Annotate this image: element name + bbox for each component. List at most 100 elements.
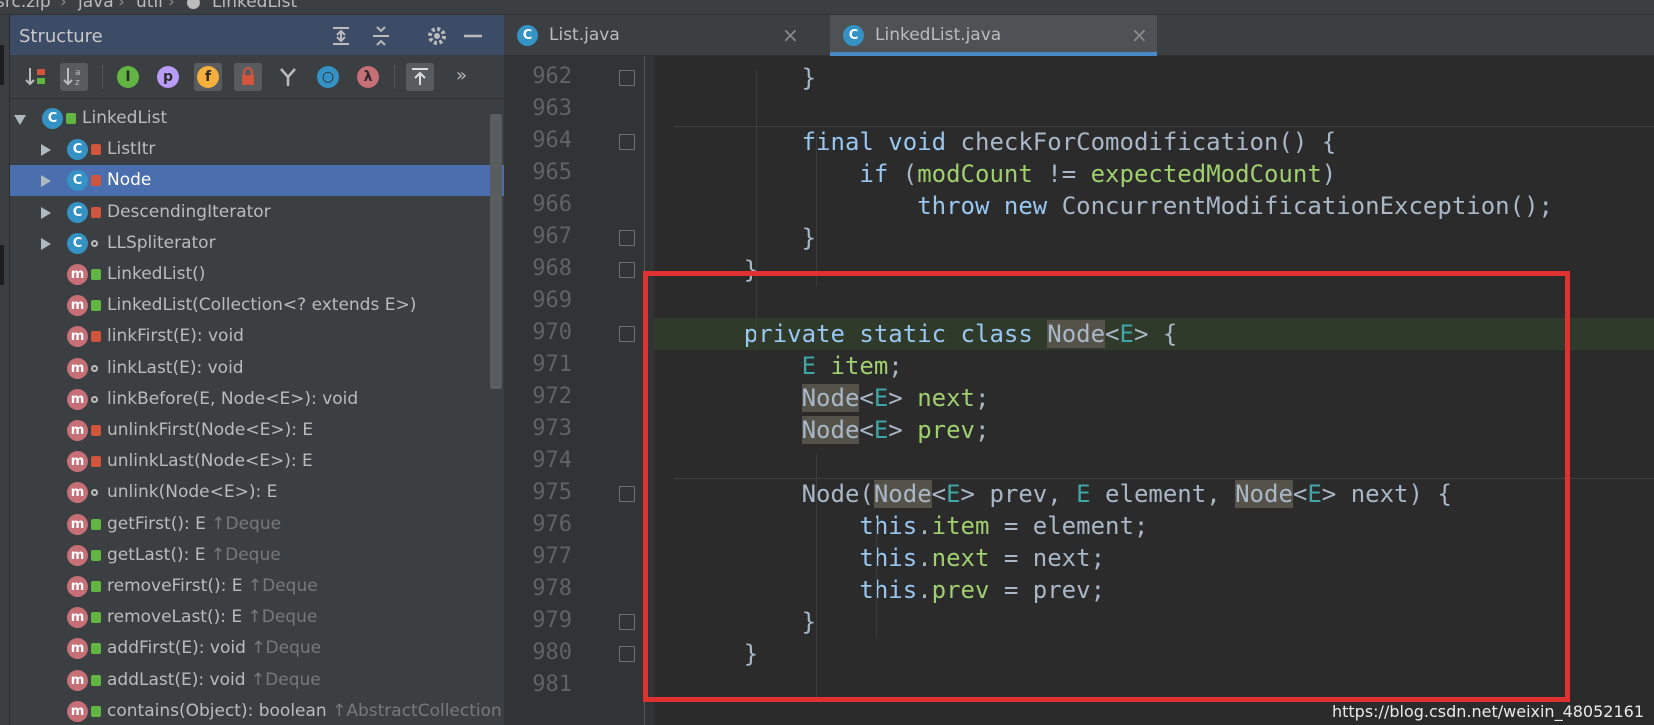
breadcrumb-item[interactable]: src.zip bbox=[0, 0, 51, 12]
show-lambdas-button[interactable]: λ bbox=[354, 63, 382, 91]
expand-all-icon[interactable] bbox=[328, 23, 354, 49]
tree-method-item[interactable]: m addLast(E): void ↑Deque bbox=[10, 665, 504, 696]
tree-item-label: LinkedList(Collection<? extends E>) bbox=[107, 295, 416, 315]
tree-method-item[interactable]: m linkLast(E): void bbox=[10, 353, 504, 384]
tree-item-label: Node bbox=[107, 170, 151, 190]
tree-item-label: LLSpliterator bbox=[107, 233, 216, 253]
show-properties-button[interactable]: p bbox=[154, 63, 182, 91]
breadcrumb-item[interactable]: java bbox=[78, 0, 114, 12]
lambda-icon: λ bbox=[357, 66, 379, 88]
tree-class-item[interactable]: C ListItr bbox=[10, 134, 504, 165]
collapse-all-icon[interactable] bbox=[368, 23, 394, 49]
chevron-right-icon[interactable] bbox=[41, 175, 51, 188]
tree-item-signature: addFirst(E): void bbox=[107, 638, 246, 659]
tree-method-item[interactable]: m LinkedList(Collection<? extends E>) bbox=[10, 290, 504, 321]
breadcrumb-item[interactable]: LinkedList bbox=[212, 0, 297, 12]
show-fields-button[interactable]: f bbox=[194, 63, 222, 91]
tree-method-item[interactable]: m unlinkFirst(Node<E>): E bbox=[10, 415, 504, 446]
close-icon[interactable]: × bbox=[782, 23, 799, 47]
chevron-down-icon[interactable] bbox=[14, 115, 26, 125]
more-icon[interactable]: » bbox=[456, 65, 467, 86]
rail-tab[interactable] bbox=[0, 245, 4, 285]
inherited-from-label: ↑Deque bbox=[250, 669, 321, 690]
fold-marker-icon[interactable] bbox=[619, 326, 635, 342]
show-anonymous-button[interactable]: ○ bbox=[314, 63, 342, 91]
tree-class-item[interactable]: C LinkedList bbox=[10, 103, 504, 134]
tree-class-item[interactable]: C DescendingIterator bbox=[10, 197, 504, 228]
show-lambdas-tree-icon[interactable] bbox=[274, 63, 302, 91]
toolbar-divider bbox=[102, 65, 103, 89]
tree-method-item[interactable]: m contains(Object): boolean ↑AbstractColl… bbox=[10, 696, 504, 725]
field-icon: f bbox=[197, 66, 219, 88]
line-number: 979 bbox=[532, 608, 572, 633]
line-number: 967 bbox=[532, 224, 572, 249]
fold-marker-icon[interactable] bbox=[619, 262, 635, 278]
fold-marker-icon[interactable] bbox=[619, 486, 635, 502]
minimize-icon[interactable] bbox=[460, 23, 486, 49]
code-token: ConcurrentModificationException(); bbox=[1061, 192, 1553, 220]
tree-method-item[interactable]: m unlinkLast(Node<E>): E bbox=[10, 446, 504, 477]
chevron-right-icon[interactable] bbox=[41, 206, 51, 219]
class-icon: C bbox=[42, 108, 63, 129]
method-icon: m bbox=[67, 451, 88, 473]
tree-method-item[interactable]: m removeFirst(): E ↑Deque bbox=[10, 571, 504, 602]
chevron-right-icon[interactable] bbox=[41, 237, 51, 250]
tree-class-item[interactable]: C LLSpliterator bbox=[10, 228, 504, 259]
private-lock-icon bbox=[91, 144, 101, 156]
line-number: 963 bbox=[532, 96, 572, 121]
code-token: } bbox=[801, 224, 817, 252]
indent-guide bbox=[816, 134, 817, 286]
annotation-box bbox=[643, 271, 1570, 702]
tree-item-signature: DescendingIterator bbox=[107, 201, 271, 222]
sort-by-visibility-icon[interactable] bbox=[22, 63, 50, 91]
fold-marker-icon[interactable] bbox=[619, 646, 635, 662]
tree-method-item[interactable]: m LinkedList() bbox=[10, 259, 504, 290]
rail-tab[interactable] bbox=[0, 45, 4, 85]
watermark: https://blog.csdn.net/weixin_48052161 bbox=[1331, 702, 1644, 721]
breadcrumb-item[interactable]: util bbox=[136, 0, 163, 12]
sort-alpha-icon: az bbox=[63, 68, 81, 88]
code-token: != bbox=[1032, 160, 1091, 188]
tree-method-item[interactable]: m linkFirst(E): void bbox=[10, 321, 504, 352]
show-non-public-button[interactable] bbox=[234, 63, 262, 91]
fold-marker-icon[interactable] bbox=[619, 614, 635, 630]
tab-linkedlist-java[interactable]: C LinkedList.java × bbox=[830, 15, 1157, 56]
tree-method-item[interactable]: m getLast(): E ↑Deque bbox=[10, 540, 504, 571]
tree-method-item[interactable]: m getFirst(): E ↑Deque bbox=[10, 509, 504, 540]
method-icon: m bbox=[67, 607, 88, 629]
tab-list-java[interactable]: C List.java × bbox=[504, 15, 808, 56]
inherited-from-label: ↑AbstractCollection bbox=[332, 700, 502, 721]
close-icon[interactable]: × bbox=[1131, 23, 1148, 47]
chevron-right-icon[interactable] bbox=[41, 144, 51, 157]
tree-scrollbar[interactable] bbox=[490, 114, 502, 389]
class-icon: C bbox=[67, 139, 88, 161]
breadcrumb-class-icon: ● bbox=[186, 0, 201, 12]
tree-method-item[interactable]: m removeLast(): E ↑Deque bbox=[10, 602, 504, 633]
breadcrumb: src.zip › java › util › ● LinkedList bbox=[0, 0, 1654, 15]
show-inherited-button[interactable]: I bbox=[114, 63, 142, 91]
tree-item-signature: removeFirst(): E bbox=[107, 576, 243, 596]
tree-item-label: unlink(Node<E>): E bbox=[107, 482, 277, 502]
tree-item-label: DescendingIterator bbox=[107, 202, 271, 222]
tree-method-item[interactable]: m unlink(Node<E>): E bbox=[10, 477, 504, 508]
tree-class-item[interactable]: C Node bbox=[10, 165, 504, 197]
fold-marker-icon[interactable] bbox=[619, 70, 635, 86]
private-lock-icon bbox=[91, 331, 101, 343]
gear-icon[interactable] bbox=[424, 23, 450, 49]
public-lock-icon bbox=[91, 549, 101, 561]
code-line: } bbox=[686, 222, 816, 254]
tree-method-item[interactable]: m linkBefore(E, Node<E>): void bbox=[10, 384, 504, 415]
sort-alphabetically-button[interactable]: az bbox=[60, 63, 88, 91]
method-icon: m bbox=[67, 388, 88, 410]
tree-item-label: linkBefore(E, Node<E>): void bbox=[107, 389, 358, 409]
method-icon: m bbox=[67, 482, 88, 504]
fold-marker-icon[interactable] bbox=[619, 230, 635, 246]
tree-item-label: LinkedList bbox=[82, 108, 167, 128]
tree-method-item[interactable]: m addFirst(E): void ↑Deque bbox=[10, 633, 504, 664]
autoscroll-from-source-button[interactable] bbox=[406, 63, 434, 91]
fold-marker-icon[interactable] bbox=[619, 134, 635, 150]
code-token: checkForComodification() { bbox=[960, 128, 1337, 156]
method-icon: m bbox=[67, 576, 88, 597]
